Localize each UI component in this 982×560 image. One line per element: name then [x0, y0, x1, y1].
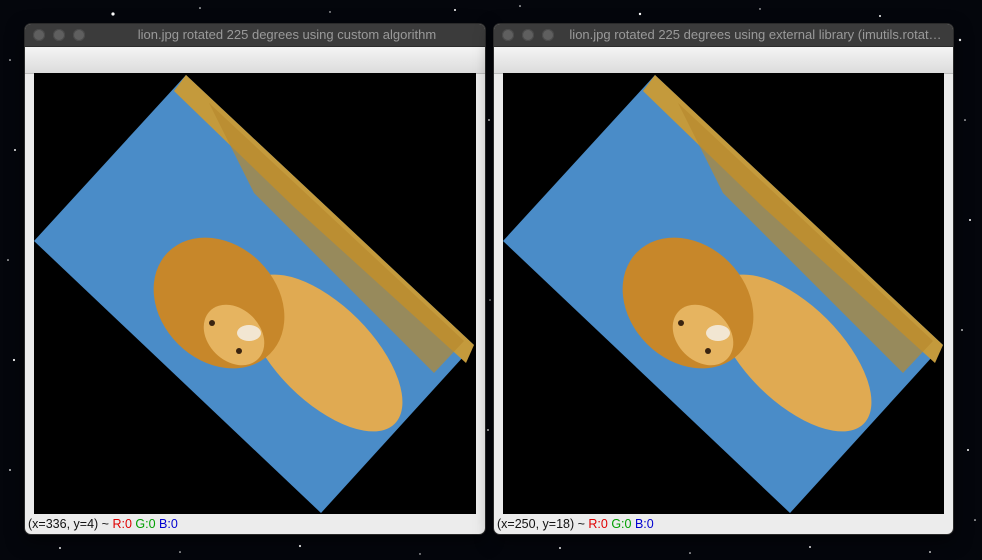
toolbar — [25, 47, 485, 74]
green-value: G:0 — [611, 517, 632, 531]
image-window-library[interactable]: lion.jpg rotated 225 degrees using exter… — [494, 24, 953, 534]
title-bar[interactable]: lion.jpg rotated 225 degrees using exter… — [494, 24, 953, 47]
status-bar: (x=250, y=18) ~ R:0 G:0 B:0 — [497, 515, 654, 533]
zoom-button[interactable] — [73, 29, 85, 41]
minimize-button[interactable] — [53, 29, 65, 41]
rotated-lion-image — [34, 73, 476, 514]
rotated-image-canvas[interactable] — [503, 73, 944, 514]
image-window-custom[interactable]: lion.jpg rotated 225 degrees using custo… — [25, 24, 485, 534]
zoom-button[interactable] — [542, 29, 554, 41]
green-value: G:0 — [135, 517, 156, 531]
toolbar — [494, 47, 953, 74]
blue-value: B:0 — [634, 517, 654, 531]
window-title: lion.jpg rotated 225 degrees using exter… — [569, 27, 942, 42]
cursor-coordinates: (x=250, y=18) ~ — [497, 517, 585, 531]
close-button[interactable] — [502, 29, 514, 41]
rotated-lion-image — [503, 73, 944, 514]
red-value: R:0 — [588, 517, 608, 531]
title-bar[interactable]: lion.jpg rotated 225 degrees using custo… — [25, 24, 485, 47]
red-value: R:0 — [112, 517, 132, 531]
close-button[interactable] — [33, 29, 45, 41]
window-title: lion.jpg rotated 225 degrees using custo… — [137, 27, 437, 42]
rotated-image-canvas[interactable] — [34, 73, 476, 514]
cursor-coordinates: (x=336, y=4) ~ — [28, 517, 109, 531]
minimize-button[interactable] — [522, 29, 534, 41]
status-bar: (x=336, y=4) ~ R:0 G:0 B:0 — [28, 515, 178, 533]
blue-value: B:0 — [159, 517, 178, 531]
